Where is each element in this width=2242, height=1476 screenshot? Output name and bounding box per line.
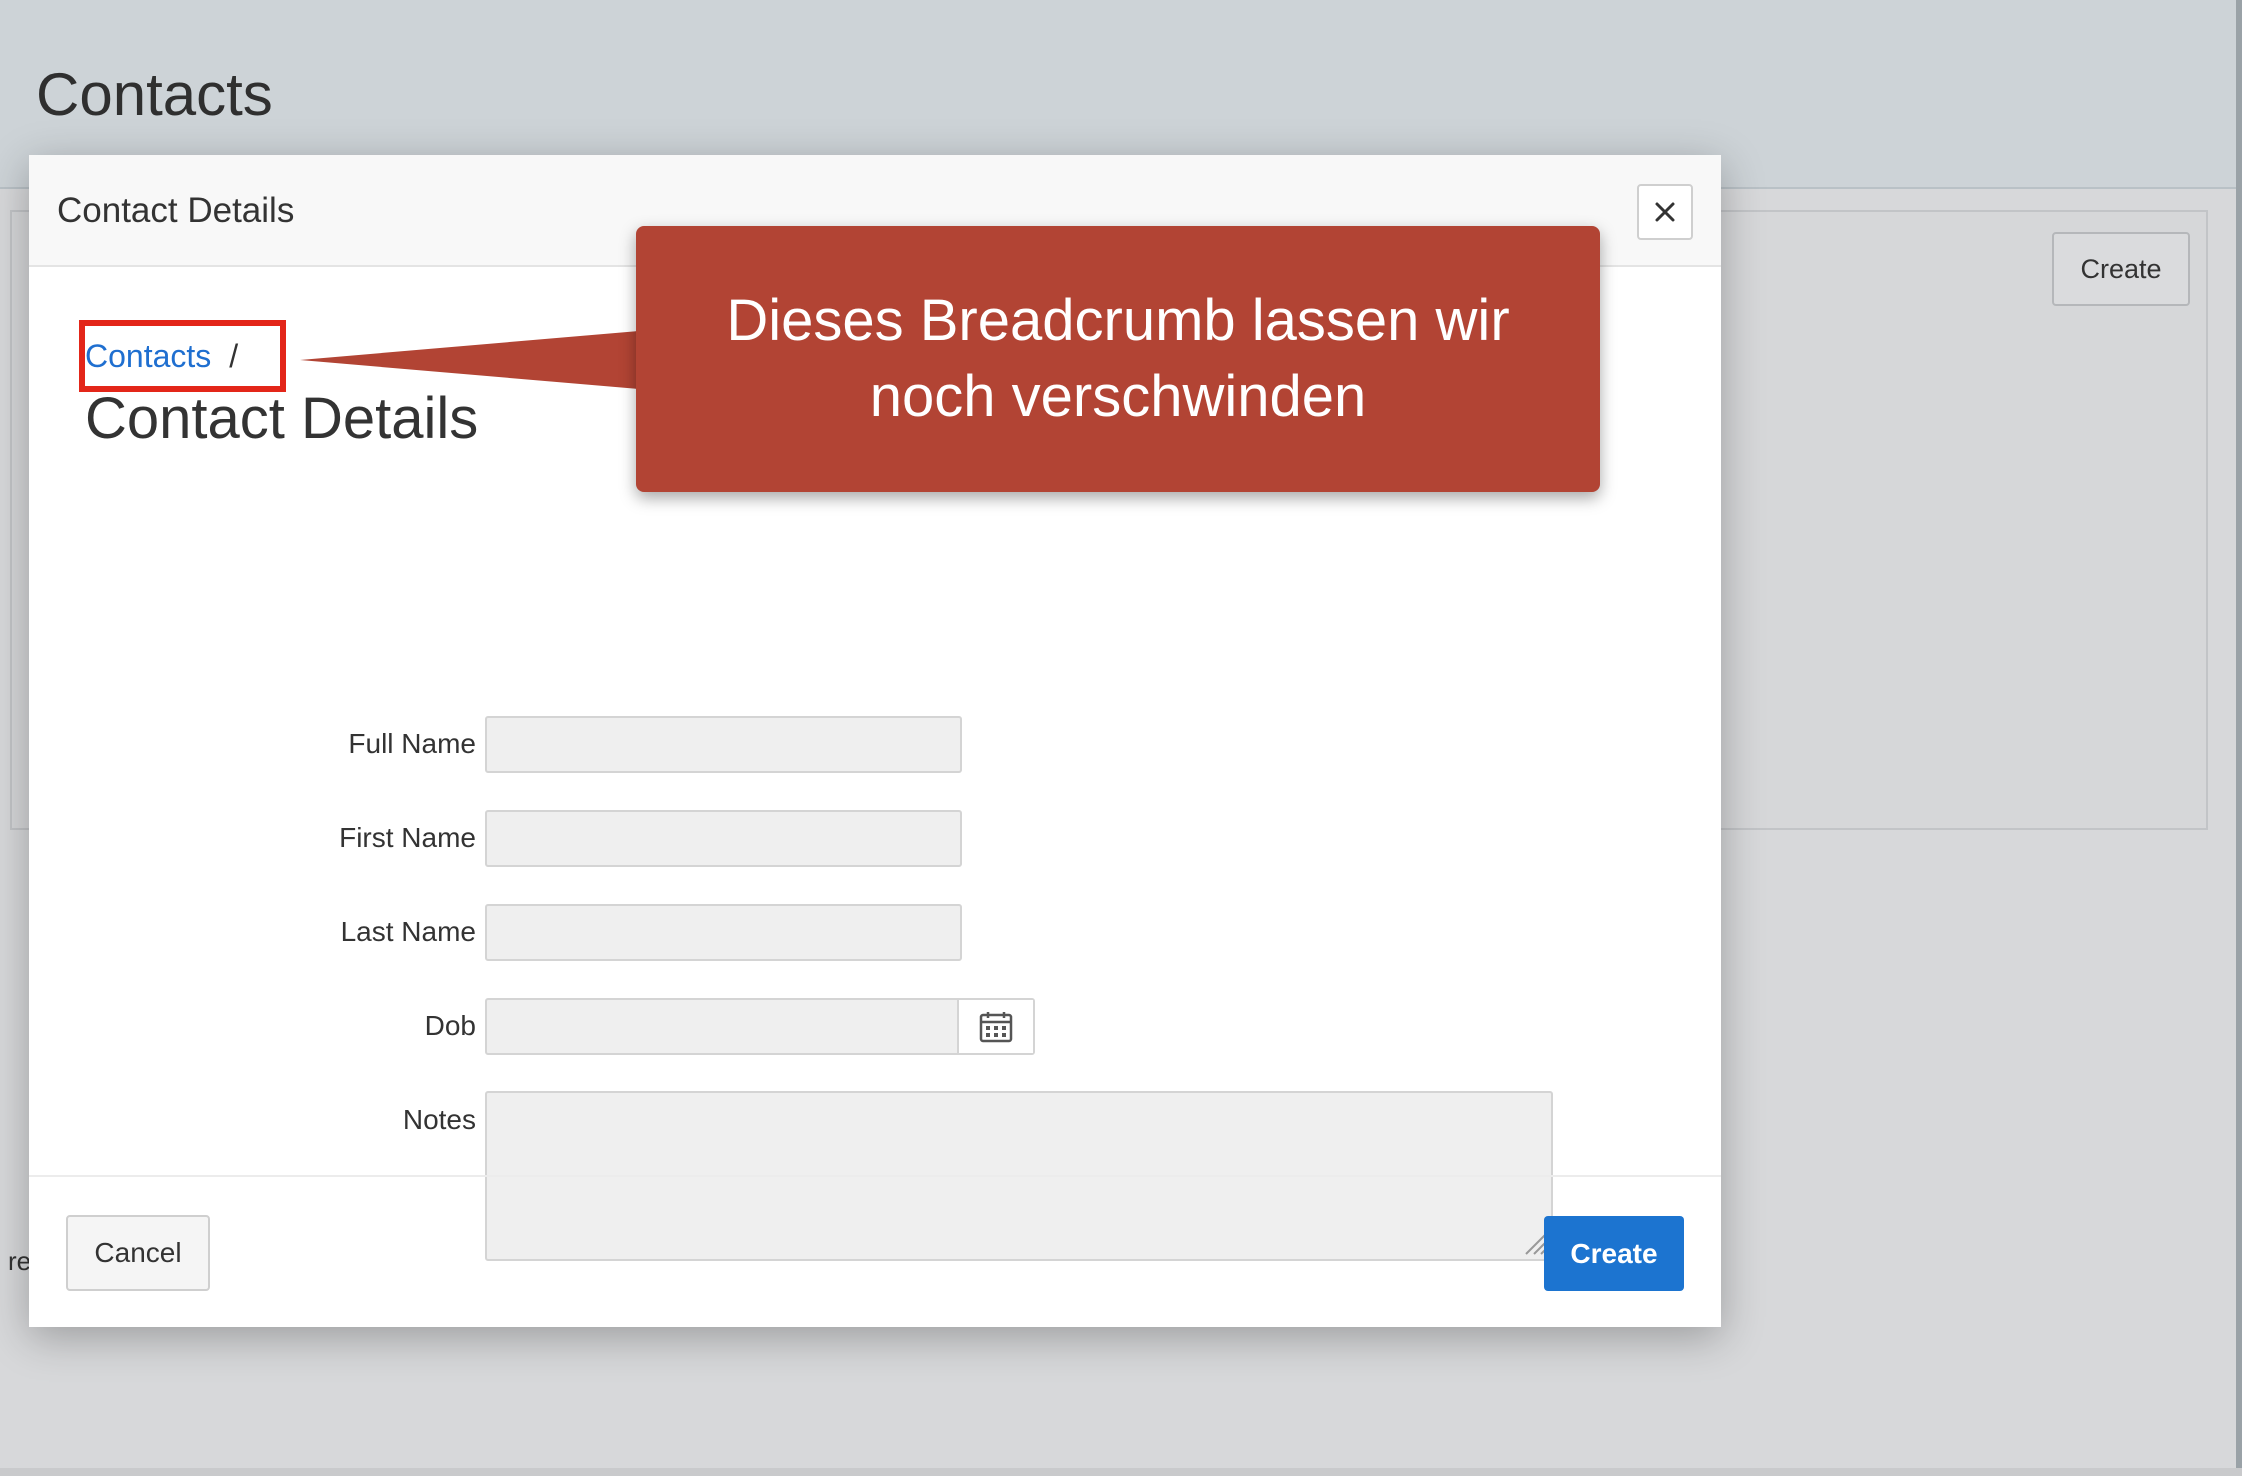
dob-input[interactable] [485, 998, 1035, 1055]
page-bottom-strip [0, 1468, 2242, 1476]
window-edge [2236, 0, 2242, 1476]
callout-line-1: Dieses Breadcrumb lassen wir [726, 288, 1510, 353]
full-name-input[interactable] [485, 716, 962, 773]
dob-label: Dob [424, 1010, 476, 1041]
breadcrumb-separator: / [229, 338, 239, 374]
dialog-heading: Contact Details [85, 386, 479, 451]
callout-line-2: noch verschwinden [869, 364, 1367, 429]
last-name-label: Last Name [340, 916, 476, 947]
calendar-icon [979, 1011, 1013, 1042]
dob-calendar-button[interactable] [957, 1000, 1033, 1053]
full-name-label: Full Name [348, 728, 476, 759]
footer-divider [29, 1175, 1721, 1177]
dialog-title: Contact Details [57, 191, 295, 230]
cancel-button[interactable]: Cancel [66, 1215, 210, 1291]
background-create-button[interactable]: Create [2052, 232, 2190, 306]
breadcrumb-link-contacts[interactable]: Contacts [85, 338, 211, 374]
breadcrumb: Contacts / [85, 338, 238, 375]
annotation-callout: Dieses Breadcrumb lassen wir noch versch… [636, 226, 1600, 492]
first-name-label: First Name [339, 822, 476, 853]
close-icon [1655, 202, 1675, 222]
create-button[interactable]: Create [1544, 1216, 1684, 1291]
close-button[interactable] [1637, 184, 1693, 240]
notes-label: Notes [402, 1104, 476, 1135]
background-partial-text: re [8, 1246, 32, 1276]
last-name-input[interactable] [485, 904, 962, 961]
page-title: Contacts [36, 61, 273, 128]
first-name-input[interactable] [485, 810, 962, 867]
